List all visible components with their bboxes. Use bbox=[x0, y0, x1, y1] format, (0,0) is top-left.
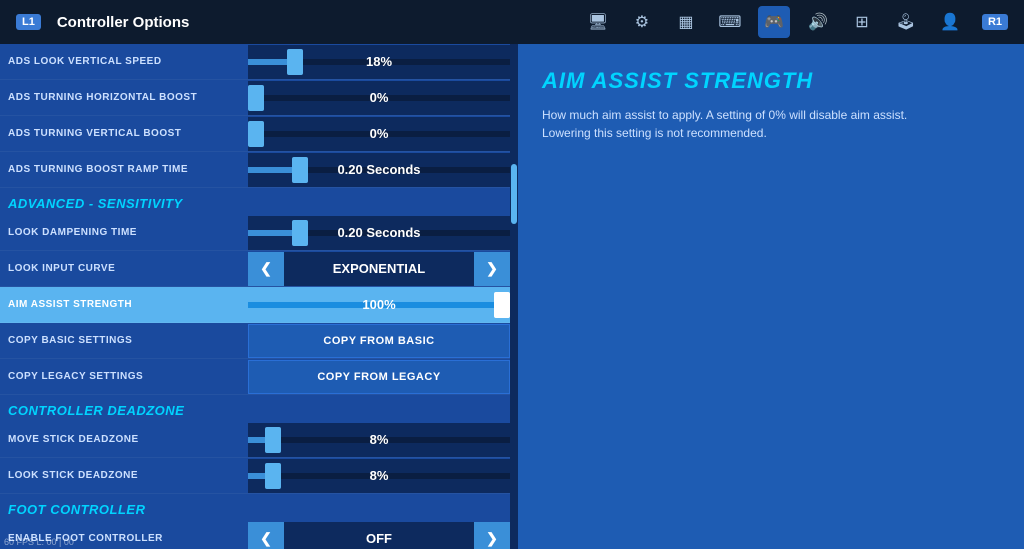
ads-turning-v-boost-slider[interactable]: 0% bbox=[248, 117, 510, 151]
look-dampening-value: 0.20 Seconds bbox=[248, 225, 510, 240]
gear-icon[interactable]: ⚙ bbox=[626, 6, 658, 38]
look-input-curve-prev[interactable]: ❮ bbox=[248, 252, 284, 286]
copy-basic-label: COPY BASIC SETTINGS bbox=[0, 329, 248, 352]
aim-assist-label: AIM ASSIST STRENGTH bbox=[0, 293, 248, 316]
move-deadzone-value: 8% bbox=[248, 432, 510, 447]
controller-icon[interactable]: 🕹 bbox=[890, 6, 922, 38]
nav-icons: 🖥 ⚙ ▦ ⌨ 🎮 🔊 ⊞ 🕹 👤 bbox=[582, 6, 966, 38]
fps-indicator: 60 FPS L: 00 | 00 bbox=[0, 535, 78, 549]
monitor-icon[interactable]: 🖥 bbox=[582, 6, 614, 38]
ads-turning-h-boost-label: ADS TURNING HORIZONTAL BOOST bbox=[0, 86, 248, 109]
section-header-deadzone: CONTROLLER DEADZONE bbox=[0, 395, 510, 422]
setting-row-look-deadzone[interactable]: LOOK STICK DEADZONE 8% bbox=[0, 458, 510, 494]
main-content: ADS LOOK VERTICAL SPEED 18% ADS TURNING … bbox=[0, 44, 1024, 549]
settings-panel: ADS LOOK VERTICAL SPEED 18% ADS TURNING … bbox=[0, 44, 510, 549]
help-description: How much aim assist to apply. A setting … bbox=[542, 106, 942, 142]
aim-assist-slider[interactable]: 100% bbox=[248, 288, 510, 322]
setting-row-aim-assist[interactable]: AIM ASSIST STRENGTH 100% bbox=[0, 287, 510, 323]
copy-basic-button[interactable]: COPY FROM BASIC bbox=[248, 324, 510, 358]
scrollbar-area[interactable] bbox=[510, 44, 518, 549]
look-dampening-slider[interactable]: 0.20 Seconds bbox=[248, 216, 510, 250]
copy-legacy-label: COPY LEGACY SETTINGS bbox=[0, 365, 248, 388]
gamepad-icon[interactable]: 🎮 bbox=[758, 6, 790, 38]
help-panel: AIM ASSIST STRENGTH How much aim assist … bbox=[518, 44, 1024, 549]
look-input-curve-value: EXPONENTIAL bbox=[284, 261, 474, 276]
ads-turning-h-boost-slider[interactable]: 0% bbox=[248, 81, 510, 115]
move-deadzone-slider[interactable]: 8% bbox=[248, 423, 510, 457]
grid-icon[interactable]: ▦ bbox=[670, 6, 702, 38]
ads-look-vertical-label: ADS LOOK VERTICAL SPEED bbox=[0, 50, 248, 73]
help-title: AIM ASSIST STRENGTH bbox=[542, 68, 1000, 94]
ads-turning-ramp-label: ADS TURNING BOOST RAMP TIME bbox=[0, 158, 248, 181]
look-input-curve-selector[interactable]: ❮ EXPONENTIAL ❯ bbox=[248, 252, 510, 286]
section-header-advanced-sensitivity: ADVANCED - SENSITIVITY bbox=[0, 188, 510, 215]
look-deadzone-slider[interactable]: 8% bbox=[248, 459, 510, 493]
copy-legacy-button[interactable]: COPY FROM LEGACY bbox=[248, 360, 510, 394]
setting-row-copy-legacy[interactable]: COPY LEGACY SETTINGS COPY FROM LEGACY bbox=[0, 359, 510, 395]
setting-row-ads-turning-ramp[interactable]: ADS TURNING BOOST RAMP TIME 0.20 Seconds bbox=[0, 152, 510, 188]
top-bar: L1 Controller Options 🖥 ⚙ ▦ ⌨ 🎮 🔊 ⊞ 🕹 👤 … bbox=[0, 0, 1024, 44]
setting-row-ads-turning-h-boost[interactable]: ADS TURNING HORIZONTAL BOOST 0% bbox=[0, 80, 510, 116]
speaker-icon[interactable]: 🔊 bbox=[802, 6, 834, 38]
enable-foot-value: OFF bbox=[284, 531, 474, 546]
user-icon[interactable]: 👤 bbox=[934, 6, 966, 38]
look-input-curve-next[interactable]: ❯ bbox=[474, 252, 510, 286]
ads-turning-h-boost-value: 0% bbox=[248, 90, 510, 105]
ads-look-vertical-value: 18% bbox=[248, 54, 510, 69]
look-deadzone-value: 8% bbox=[248, 468, 510, 483]
setting-row-look-input-curve[interactable]: LOOK INPUT CURVE ❮ EXPONENTIAL ❯ bbox=[0, 251, 510, 287]
setting-row-ads-look-vertical[interactable]: ADS LOOK VERTICAL SPEED 18% bbox=[0, 44, 510, 80]
scrollbar-thumb[interactable] bbox=[511, 164, 517, 224]
setting-row-copy-basic[interactable]: COPY BASIC SETTINGS COPY FROM BASIC bbox=[0, 323, 510, 359]
section-header-foot-controller: FOOT CONTROLLER bbox=[0, 494, 510, 521]
enable-foot-next[interactable]: ❯ bbox=[474, 522, 510, 549]
ads-turning-v-boost-label: ADS TURNING VERTICAL BOOST bbox=[0, 122, 248, 145]
ads-look-vertical-slider[interactable]: 18% bbox=[248, 45, 510, 79]
ads-turning-v-boost-value: 0% bbox=[248, 126, 510, 141]
badge-r1[interactable]: R1 bbox=[982, 14, 1008, 30]
badge-l1[interactable]: L1 bbox=[16, 14, 41, 30]
setting-row-move-deadzone[interactable]: MOVE STICK DEADZONE 8% bbox=[0, 422, 510, 458]
look-input-curve-label: LOOK INPUT CURVE bbox=[0, 257, 248, 280]
network-icon[interactable]: ⊞ bbox=[846, 6, 878, 38]
ads-turning-ramp-slider[interactable]: 0.20 Seconds bbox=[248, 153, 510, 187]
move-deadzone-label: MOVE STICK DEADZONE bbox=[0, 428, 248, 451]
keyboard-icon[interactable]: ⌨ bbox=[714, 6, 746, 38]
enable-foot-prev[interactable]: ❮ bbox=[248, 522, 284, 549]
look-deadzone-label: LOOK STICK DEADZONE bbox=[0, 464, 248, 487]
setting-row-ads-turning-v-boost[interactable]: ADS TURNING VERTICAL BOOST 0% bbox=[0, 116, 510, 152]
enable-foot-selector[interactable]: ❮ OFF ❯ bbox=[248, 522, 510, 549]
page-title: Controller Options bbox=[57, 14, 566, 31]
ads-turning-ramp-value: 0.20 Seconds bbox=[248, 162, 510, 177]
setting-row-look-dampening[interactable]: LOOK DAMPENING TIME 0.20 Seconds bbox=[0, 215, 510, 251]
aim-assist-value: 100% bbox=[248, 297, 510, 312]
look-dampening-label: LOOK DAMPENING TIME bbox=[0, 221, 248, 244]
